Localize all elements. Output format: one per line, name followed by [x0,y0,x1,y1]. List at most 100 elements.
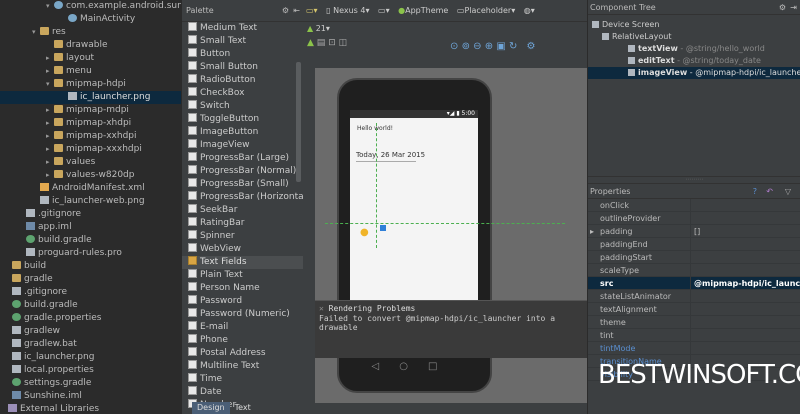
screenshot-icon[interactable]: ▣ [496,41,505,52]
filter-icon[interactable]: ▽ [785,184,791,199]
property-row[interactable]: paddingEnd [588,238,800,251]
palette-item[interactable]: Password [182,295,303,308]
settings-icon[interactable]: ⚙ [527,41,536,52]
tree-item[interactable]: ▸ layout [0,52,181,65]
device-menu[interactable]: ▯ Nexus 4▾ [323,0,372,22]
chevron-right-icon[interactable]: ▸ [46,169,54,182]
tree-item[interactable]: gradlew.bat [0,338,181,351]
tree-item[interactable]: MainActivity [0,13,181,26]
chevron-right-icon[interactable]: ▸ [46,156,54,169]
hide-icon[interactable]: ⇥ [790,0,797,15]
property-row[interactable]: scaleType [588,264,800,277]
tree-item[interactable]: ▸ mipmap-xxxhdpi [0,143,181,156]
palette-item[interactable]: ImageView [182,139,303,152]
chevron-right-icon[interactable]: ▸ [46,104,54,117]
palette-item[interactable]: WebView [182,243,303,256]
refresh-icon[interactable]: ↻ [509,41,517,52]
palette-item[interactable]: RatingBar [182,217,303,230]
property-row[interactable]: textAlignment [588,303,800,316]
splitter[interactable]: ⋯⋯⋯ [588,176,800,184]
tree-item[interactable]: ▸ menu [0,65,181,78]
chevron-right-icon[interactable]: ▸ [46,117,54,130]
activity-menu[interactable]: ▭Placeholder▾ [454,0,518,22]
palette-item[interactable]: Time [182,373,303,386]
property-row[interactable]: tint [588,329,800,342]
chevron-down-icon[interactable]: ▾ [46,0,54,13]
palette-item[interactable]: ToggleButton [182,113,303,126]
tree-item[interactable]: ▾ res [0,26,181,39]
property-value[interactable] [690,303,694,316]
tree-item[interactable]: gradle [0,273,181,286]
property-value[interactable] [690,199,694,212]
palette-item[interactable]: ProgressBar (Normal) [182,165,303,178]
palette-item[interactable]: SeekBar [182,204,303,217]
tree-item[interactable]: build [0,260,181,273]
property-value[interactable] [690,264,694,277]
hello-textview[interactable]: Hello world! [350,118,478,133]
palette-item[interactable]: Date [182,386,303,399]
selection-handle[interactable] [380,225,386,231]
tree-item[interactable]: AndroidManifest.xml [0,182,181,195]
tree-item[interactable]: gradlew [0,325,181,338]
tree-item[interactable]: ▸ values-w820dp [0,169,181,182]
palette-item[interactable]: Small Text [182,35,303,48]
chevron-right-icon[interactable]: ▸ [46,143,54,156]
tree-item[interactable]: app.iml [0,221,181,234]
help-icon[interactable]: ? [753,184,757,199]
hide-icon[interactable]: ⇤ [293,0,300,22]
tree-item[interactable]: local.properties [0,364,181,377]
palette-item[interactable]: RadioButton [182,74,303,87]
property-value[interactable] [690,238,694,251]
close-icon[interactable]: ✕ [319,304,324,313]
zoom-actual-icon[interactable]: ⊚ [462,41,470,52]
property-row[interactable]: paddingStart [588,251,800,264]
tree-item[interactable]: ic_launcher.png [0,91,181,104]
tree-item[interactable]: ▾ mipmap-hdpi [0,78,181,91]
property-value[interactable] [690,316,694,329]
palette-item[interactable]: Postal Address [182,347,303,360]
tree-item[interactable]: .gitignore [0,286,181,299]
api-level[interactable]: 21 [316,24,326,33]
date-edittext[interactable]: Today, 26 Mar 2015 [356,151,425,162]
palette-item[interactable]: Spinner [182,230,303,243]
palette-item[interactable]: Password (Numeric) [182,308,303,321]
property-value[interactable] [690,329,694,342]
tree-item[interactable]: drawable [0,39,181,52]
tree-item[interactable]: .gitignore [0,208,181,221]
tree-item[interactable]: ▸ values [0,156,181,169]
tree-item[interactable]: ▸ mipmap-xxhdpi [0,130,181,143]
tree-item[interactable]: External Libraries [0,403,181,414]
palette-item[interactable]: Button [182,48,303,61]
tree-item[interactable]: build.gradle [0,299,181,312]
palette-item[interactable]: Phone [182,334,303,347]
chevron-right-icon[interactable]: ▸ [46,52,54,65]
tree-item[interactable]: ▸ mipmap-mdpi [0,104,181,117]
property-value[interactable]: [] [690,225,700,238]
launcher-imageview[interactable]: ● [360,228,369,238]
palette-item[interactable]: ProgressBar (Small) [182,178,303,191]
chevron-right-icon[interactable]: ▸ [590,225,594,238]
palette-group[interactable]: Text Fields [182,256,303,269]
component-tree-item[interactable]: RelativeLayout [588,31,800,43]
property-value[interactable] [690,290,694,303]
property-value[interactable] [690,251,694,264]
palette-item[interactable]: Switch [182,100,303,113]
palette-item[interactable]: E-mail [182,321,303,334]
property-row[interactable]: outlineProvider [588,212,800,225]
gear-icon[interactable]: ⚙ [282,0,289,22]
tree-item[interactable]: settings.gradle [0,377,181,390]
property-value[interactable] [690,212,694,225]
tree-item[interactable]: build.gradle [0,234,181,247]
chevron-down-icon[interactable]: ▾ [46,78,54,91]
tree-item[interactable]: gradle.properties [0,312,181,325]
palette-item[interactable]: ProgressBar (Horizonta [182,191,303,204]
palette-item[interactable]: Small Button [182,61,303,74]
tree-item[interactable]: ic_launcher.png [0,351,181,364]
component-tree-item[interactable]: imageView - @mipmap-hdpi/ic_launcher [588,67,800,79]
chevron-right-icon[interactable]: ▸ [46,130,54,143]
gear-icon[interactable]: ⚙ [779,0,786,15]
chevron-right-icon[interactable]: ▸ [46,65,54,78]
component-tree-item[interactable]: Device Screen [588,19,800,31]
palette-scrollbar[interactable] [296,62,301,182]
theme-menu[interactable]: ●AppTheme [395,0,451,22]
